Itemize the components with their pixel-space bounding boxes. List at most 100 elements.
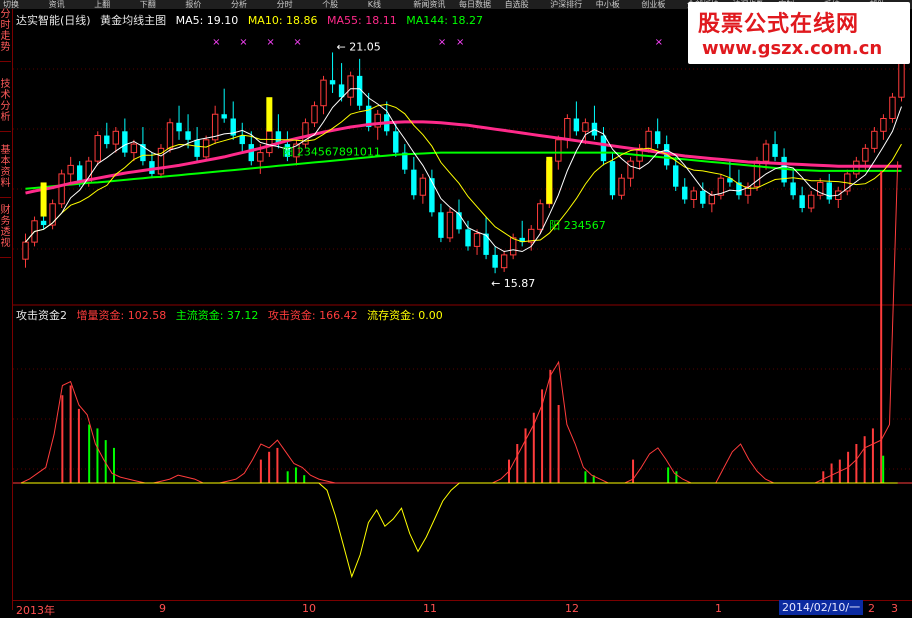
cursor-date-readout: 2014/02/10/一: [779, 600, 864, 615]
candle-body: [419, 177, 427, 196]
candle-body: [654, 131, 661, 145]
candle-body: [58, 173, 65, 205]
candle-body: [257, 152, 264, 162]
candle-body: [880, 118, 887, 132]
candle-body: [790, 182, 796, 196]
toolbar-item[interactable]: 上翻: [94, 0, 110, 9]
candle-body: [438, 212, 444, 238]
candle-body: [393, 131, 399, 153]
side-tab-jishu[interactable]: 技术分析: [0, 79, 11, 132]
marker-bar: [546, 156, 553, 204]
candle-body: [176, 122, 182, 132]
candle-body: [166, 122, 174, 149]
candle-body: [600, 135, 607, 162]
x-marker: ×: [239, 37, 247, 48]
x-marker: ×: [212, 37, 220, 48]
kline-chart[interactable]: ← 21.05 ← 15.87 阳 234567891011 阳 234567 × × × ×…: [13, 9, 912, 603]
candle-body: [473, 233, 481, 247]
toolbar-item[interactable]: 个股: [322, 0, 338, 9]
candle-body: [465, 229, 471, 247]
candle-body: [492, 254, 498, 268]
toolbar-item[interactable]: 自选股: [505, 0, 529, 9]
ma10-label: MA10: 18.86: [247, 14, 318, 27]
candle-body: [582, 122, 589, 132]
toolbar-item[interactable]: 切换: [3, 0, 19, 9]
stock-name: 达实智能(日线): [16, 14, 91, 27]
ma5-line: [25, 88, 902, 253]
x-marker: ×: [438, 37, 446, 48]
watermark-logo: 股票公式在线网 www.gszx.com.cn: [688, 2, 910, 64]
candle-body: [483, 233, 489, 255]
high-label: ← 21.05: [337, 40, 381, 53]
side-tab-jiben[interactable]: 基本资料: [0, 145, 11, 198]
candle-body: [411, 169, 417, 196]
candle-body: [708, 194, 716, 205]
ma-lines: [25, 88, 902, 253]
zengliang-label: 增量资金: 102.58: [76, 309, 167, 322]
candle-body: [807, 194, 815, 209]
candle-body: [112, 130, 120, 145]
date-label: 12: [565, 602, 579, 615]
candle-body: [22, 241, 29, 260]
candle-body: [682, 186, 688, 200]
candle-body: [889, 96, 896, 120]
ma55-line: [25, 120, 902, 195]
side-tab-caiwu[interactable]: 财务透视: [0, 205, 11, 258]
toolbar-item[interactable]: 资讯: [49, 0, 65, 9]
date-label: 9: [159, 602, 166, 615]
side-tabs: 分时走势 技术分析 基本资料 财务透视: [0, 9, 13, 610]
date-label: 11: [423, 602, 437, 615]
grid-lines: [13, 68, 912, 470]
watermark-url: www.gszx.com.cn: [702, 38, 883, 59]
candle-body: [753, 160, 761, 188]
yang-label-2: 阳 234567: [549, 219, 606, 232]
toolbar-item[interactable]: 中小板: [596, 0, 620, 9]
x-marker: ×: [293, 37, 301, 48]
candle-body: [221, 114, 227, 119]
main-header: 达实智能(日线) 黄金均线主图 MA5: 19.10 MA10: 18.86 M…: [16, 12, 489, 28]
toolbar-item[interactable]: 创业板: [641, 0, 665, 9]
x-marker: ×: [655, 37, 663, 48]
toolbar-item[interactable]: 下翻: [140, 0, 156, 9]
date-label: 2: [868, 602, 875, 615]
candle-body: [700, 190, 706, 204]
candle-body: [690, 190, 697, 200]
toolbar-item[interactable]: 每日数据: [459, 0, 491, 9]
toolbar-item[interactable]: 分析: [231, 0, 247, 9]
side-tab-fenshi[interactable]: 分时走势: [0, 9, 11, 62]
candle-body: [826, 182, 832, 200]
candle-body: [67, 164, 74, 175]
date-label: 3: [891, 602, 898, 615]
toolbar-item[interactable]: 新闻资讯: [413, 0, 445, 9]
candle-body: [564, 118, 571, 141]
candle-body: [609, 161, 616, 196]
candle-body: [185, 131, 191, 140]
ma144-line: [25, 151, 902, 190]
candle-body: [500, 254, 508, 269]
candle-body: [40, 220, 47, 226]
x-marker: ×: [456, 37, 464, 48]
date-axis: 2013年 9 10 11 12 1 2 3: [13, 600, 912, 617]
ma55-label: MA55: 18.11: [327, 14, 397, 27]
candle-body: [49, 203, 56, 226]
date-label: 10: [302, 602, 316, 615]
ma144-label: MA144: 18.27: [406, 14, 483, 27]
ma5-label: MA5: 19.10: [175, 14, 239, 27]
candle-body: [555, 139, 562, 162]
liucun-label: 流存资金: 0.00: [367, 309, 443, 322]
candle-body: [537, 203, 544, 230]
candle-body: [618, 177, 625, 196]
candle-body: [248, 144, 254, 162]
candle-body: [799, 195, 805, 209]
candle-body: [94, 135, 101, 162]
toolbar-item[interactable]: 沪深排行: [550, 0, 582, 9]
date-label: 1: [715, 602, 722, 615]
yang-label-1: 阳 234567891011: [282, 146, 380, 159]
toolbar-item[interactable]: 报价: [185, 0, 201, 9]
liucun-line: [21, 482, 898, 579]
toolbar-item[interactable]: 分时: [277, 0, 293, 9]
candle-body: [194, 139, 200, 157]
toolbar-item[interactable]: K线: [368, 0, 381, 9]
candle-body: [338, 84, 345, 98]
marker-bar: [40, 182, 47, 217]
